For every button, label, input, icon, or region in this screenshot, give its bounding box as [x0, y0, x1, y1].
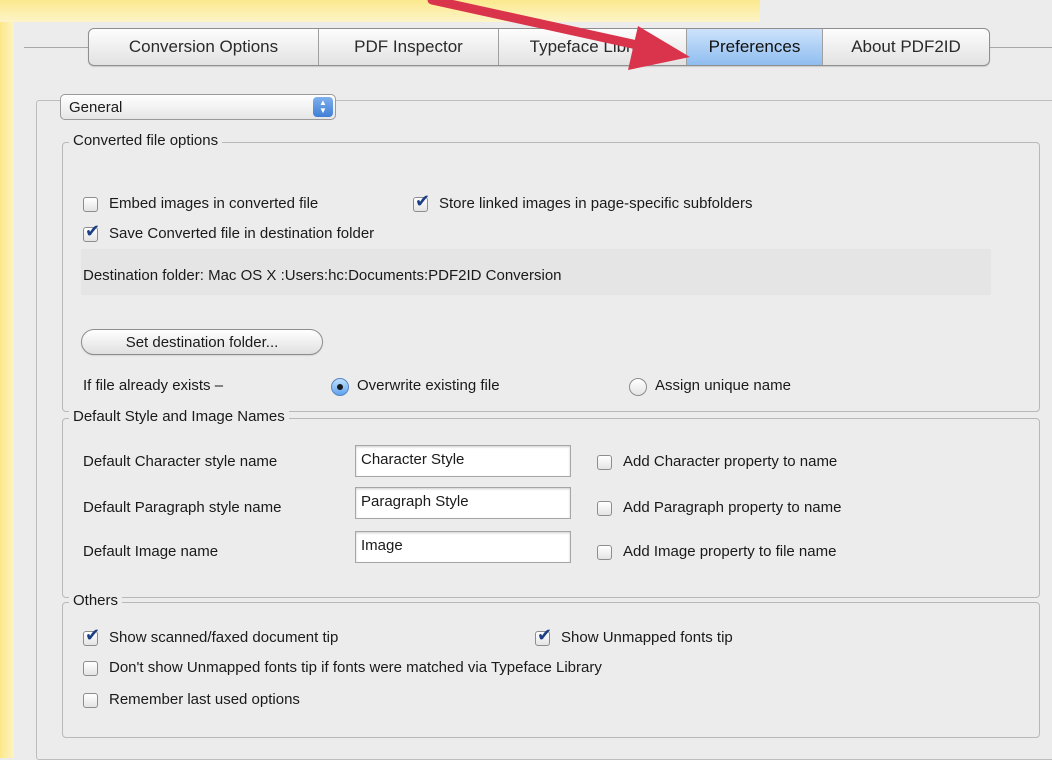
assign-unique-label: Assign unique name — [655, 377, 791, 394]
remember-last-checkbox[interactable] — [83, 693, 98, 708]
tab-about[interactable]: About PDF2ID — [823, 29, 989, 65]
embed-images-label: Embed images in converted file — [109, 195, 319, 212]
converted-file-options-group: Converted file options Embed images in c… — [62, 132, 1040, 412]
highlight-left — [0, 0, 14, 758]
group-title: Default Style and Image Names — [69, 408, 289, 425]
check-icon: ✔ — [85, 221, 101, 241]
destination-folder-text: Destination folder: Mac OS X :Users:hc:D… — [83, 267, 562, 284]
radio-dot-icon — [337, 384, 343, 390]
image-name-input[interactable]: Image — [355, 531, 571, 563]
tab-preferences[interactable]: Preferences — [687, 29, 823, 65]
overwrite-label: Overwrite existing file — [357, 377, 500, 394]
set-destination-folder-button[interactable]: Set destination folder... — [81, 329, 323, 355]
if-exists-label: If file already exists – — [83, 377, 224, 394]
save-in-destination-checkbox[interactable]: ✔ — [83, 221, 100, 242]
character-style-label: Default Character style name — [83, 453, 278, 470]
paragraph-property-label: Add Paragraph property to name — [623, 499, 842, 516]
scanned-tip-label: Show scanned/faxed document tip — [109, 629, 339, 646]
character-property-label: Add Character property to name — [623, 453, 838, 470]
tab-conversion-options[interactable]: Conversion Options — [89, 29, 319, 65]
check-icon: ✔ — [537, 625, 553, 645]
paragraph-style-label: Default Paragraph style name — [83, 499, 282, 516]
preferences-window: Conversion Options PDF Inspector Typefac… — [14, 22, 1052, 760]
image-property-label: Add Image property to file name — [623, 543, 837, 560]
store-linked-images-label: Store linked images in page-specific sub… — [439, 195, 753, 212]
image-property-checkbox[interactable] — [597, 545, 612, 560]
store-linked-images-checkbox[interactable]: ✔ — [413, 191, 430, 212]
category-popup[interactable]: General ▲ ▼ — [60, 94, 336, 120]
paragraph-property-checkbox[interactable] — [597, 501, 612, 516]
assign-unique-radio[interactable] — [629, 378, 647, 396]
dont-show-unmapped-checkbox[interactable] — [83, 661, 98, 676]
group-title: Converted file options — [69, 132, 223, 149]
highlight-top — [0, 0, 760, 22]
check-icon: ✔ — [85, 625, 101, 645]
character-property-checkbox[interactable] — [597, 455, 612, 470]
popup-arrows-icon: ▲ ▼ — [313, 97, 333, 117]
tab-typeface-library[interactable]: Typeface Library — [499, 29, 687, 65]
image-name-label: Default Image name — [83, 543, 219, 560]
character-style-input[interactable]: Character Style — [355, 445, 571, 477]
unmapped-tip-label: Show Unmapped fonts tip — [561, 629, 733, 646]
tab-pdf-inspector[interactable]: PDF Inspector — [319, 29, 499, 65]
unmapped-tip-checkbox[interactable]: ✔ — [535, 625, 552, 646]
scanned-tip-checkbox[interactable]: ✔ — [83, 625, 100, 646]
check-icon: ✔ — [415, 191, 431, 211]
dont-show-unmapped-label: Don't show Unmapped fonts tip if fonts w… — [109, 659, 602, 676]
default-names-group: Default Style and Image Names Default Ch… — [62, 408, 1040, 598]
group-title: Others — [69, 592, 123, 609]
paragraph-style-input[interactable]: Paragraph Style — [355, 487, 571, 519]
embed-images-checkbox[interactable] — [83, 197, 98, 212]
remember-last-label: Remember last used options — [109, 691, 300, 708]
tab-bar: Conversion Options PDF Inspector Typefac… — [88, 28, 990, 66]
save-in-destination-label: Save Converted file in destination folde… — [109, 225, 375, 242]
others-group: Others ✔ Show scanned/faxed document tip… — [62, 592, 1040, 738]
overwrite-radio[interactable] — [331, 378, 349, 396]
category-popup-value: General — [69, 98, 123, 116]
